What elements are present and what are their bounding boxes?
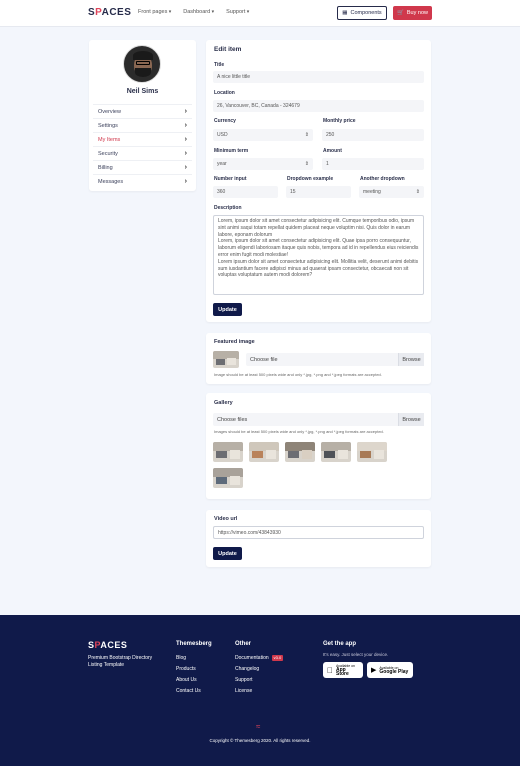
gallery-hint: Images should be at least 500 pixels wid… [214,429,384,434]
profile-sidebar: Neil Sims Overview › Settings › My Items › … [89,40,196,191]
featured-image-file-input[interactable]: Choose file Browse [246,353,424,366]
footer-col-themesberg-title: Themesberg [176,641,212,647]
currency-select[interactable]: USD ⇕ [213,129,313,141]
monthly-price-input[interactable]: 250 [322,129,424,141]
description-textarea[interactable]: Lorem, ipsum dolor sit amet consectetur … [213,215,424,295]
apple-icon:  [327,666,333,675]
footer-brand-mark-icon: ≈ [256,722,261,731]
app-store-button[interactable]:  Available onApp Store [323,662,363,678]
chevron-right-icon: › [184,108,187,115]
buy-now-button[interactable]: 🛒 Buy now [393,6,432,20]
select-arrows-icon: ⇕ [304,132,309,138]
featured-image-card: Featured image Choose file Browse Image … [206,333,431,384]
version-badge: v3.0 [271,655,284,661]
brand-logo[interactable]: SPACES [88,7,131,18]
footer-col-other: Documentation v3.0 Changelog Support Lice… [235,653,284,697]
select-arrows-icon: ⇕ [415,189,420,195]
google-play-button[interactable]: ▶ Available on Google Play [367,662,413,678]
top-navbar: SPACES Front pages Dashboard Support ▦Co… [0,0,520,27]
video-url-card: Video url https://vimeo.com/43843930 Upd… [206,510,431,567]
amount-input[interactable]: 1 [322,158,424,170]
sidebar-item-settings[interactable]: Settings › [93,118,192,132]
gallery-thumbnail[interactable] [213,442,243,462]
monthly-price-label: Monthly price [323,118,356,124]
footer-link-about[interactable]: About Us [176,675,201,686]
chevron-right-icon: › [184,178,187,185]
footer-link-blog[interactable]: Blog [176,653,201,664]
number-input[interactable]: 360 [213,186,278,198]
another-dropdown-label: Another dropdown [360,176,405,182]
nav-front-pages[interactable]: Front pages [138,9,171,15]
gallery-thumbnail[interactable] [249,442,279,462]
gallery-thumbnail[interactable] [357,442,387,462]
video-update-button[interactable]: Update [213,547,242,560]
title-input[interactable]: A nice little title [213,71,424,83]
chevron-right-icon: › [184,164,187,171]
footer-col-other-title: Other [235,641,252,647]
chevron-right-icon: › [184,122,187,129]
browse-button[interactable]: Browse [398,353,424,366]
grid-icon: ▦ [342,10,348,16]
featured-image-thumbnail [213,351,239,368]
dropdown-example-label: Dropdown example [287,176,334,182]
copyright: Copyright © Themesberg 2020. All rights … [209,738,311,743]
nav-dashboard[interactable]: Dashboard [183,9,214,15]
footer-link-contact[interactable]: Contact Us [176,686,201,697]
sidebar-item-my-items[interactable]: My Items › [93,132,192,146]
gallery-card: Gallery Choose files Browse Images shoul… [206,393,431,499]
footer-link-support[interactable]: Support [235,675,283,686]
minimum-term-select[interactable]: year ⇕ [213,158,313,170]
footer-link-documentation[interactable]: Documentation v3.0 [235,653,284,664]
components-button[interactable]: ▦ Components [337,6,387,20]
nav-links: Front pages Dashboard Support [138,9,249,15]
description-label: Description [214,205,242,211]
minimum-term-label: Minimum term [214,148,249,154]
footer: SPACES Premium Bootstrap Directory Listi… [0,615,520,766]
play-icon: ▶ [371,667,377,674]
cart-icon: 🛒 [397,10,404,16]
currency-label: Currency [214,118,236,124]
sidebar-item-billing[interactable]: Billing › [93,160,192,174]
video-url-input[interactable]: https://vimeo.com/43843930 [213,526,424,539]
another-dropdown-select[interactable]: meeting ⇕ [359,186,424,198]
avatar [123,45,161,83]
location-label: Location [214,90,235,96]
edit-item-card: Edit item Title A nice little title Loca… [206,40,431,322]
footer-link-changelog[interactable]: Changelog [235,664,283,675]
update-button[interactable]: Update [213,303,242,316]
user-name: Neil Sims [126,88,159,95]
location-input[interactable]: 26, Vancouver, BC, Canada - 324679 [213,100,424,112]
gallery-file-input[interactable]: Choose files Browse [213,413,424,426]
edit-item-heading: Edit item [214,46,242,53]
footer-link-license[interactable]: License [235,686,283,697]
gallery-thumbnail[interactable] [213,468,243,488]
footer-tagline: Premium Bootstrap Directory Listing Temp… [88,655,153,668]
dropdown-example-select[interactable]: 15 [286,186,351,198]
gallery-heading: Gallery [214,400,233,406]
video-url-heading: Video url [214,516,238,522]
featured-image-hint: Image should be at least 500 pixels wide… [214,372,382,377]
number-input-label: Number input [214,176,247,182]
featured-image-heading: Featured image [214,339,255,345]
nav-support[interactable]: Support [226,9,249,15]
chevron-right-icon: › [184,136,187,143]
footer-logo[interactable]: SPACES [88,640,127,650]
footer-link-products[interactable]: Products [176,664,201,675]
amount-label: Amount [323,148,342,154]
title-label: Title [214,62,225,68]
gallery-thumbnail[interactable] [321,442,351,462]
gallery-thumbnail[interactable] [285,442,315,462]
get-app-title: Get the app [323,641,357,647]
sidebar-menu: Overview › Settings › My Items › Security › … [93,104,192,188]
select-arrows-icon: ⇕ [304,161,309,167]
sidebar-item-security[interactable]: Security › [93,146,192,160]
chevron-right-icon: › [184,150,187,157]
get-app-subtitle: It's easy. Just select your device. [323,652,389,657]
footer-col-themesberg: Blog Products About Us Contact Us [176,653,201,697]
browse-button[interactable]: Browse [398,413,424,426]
sidebar-item-overview[interactable]: Overview › [93,104,192,118]
sidebar-item-messages[interactable]: Messages › [93,174,192,188]
